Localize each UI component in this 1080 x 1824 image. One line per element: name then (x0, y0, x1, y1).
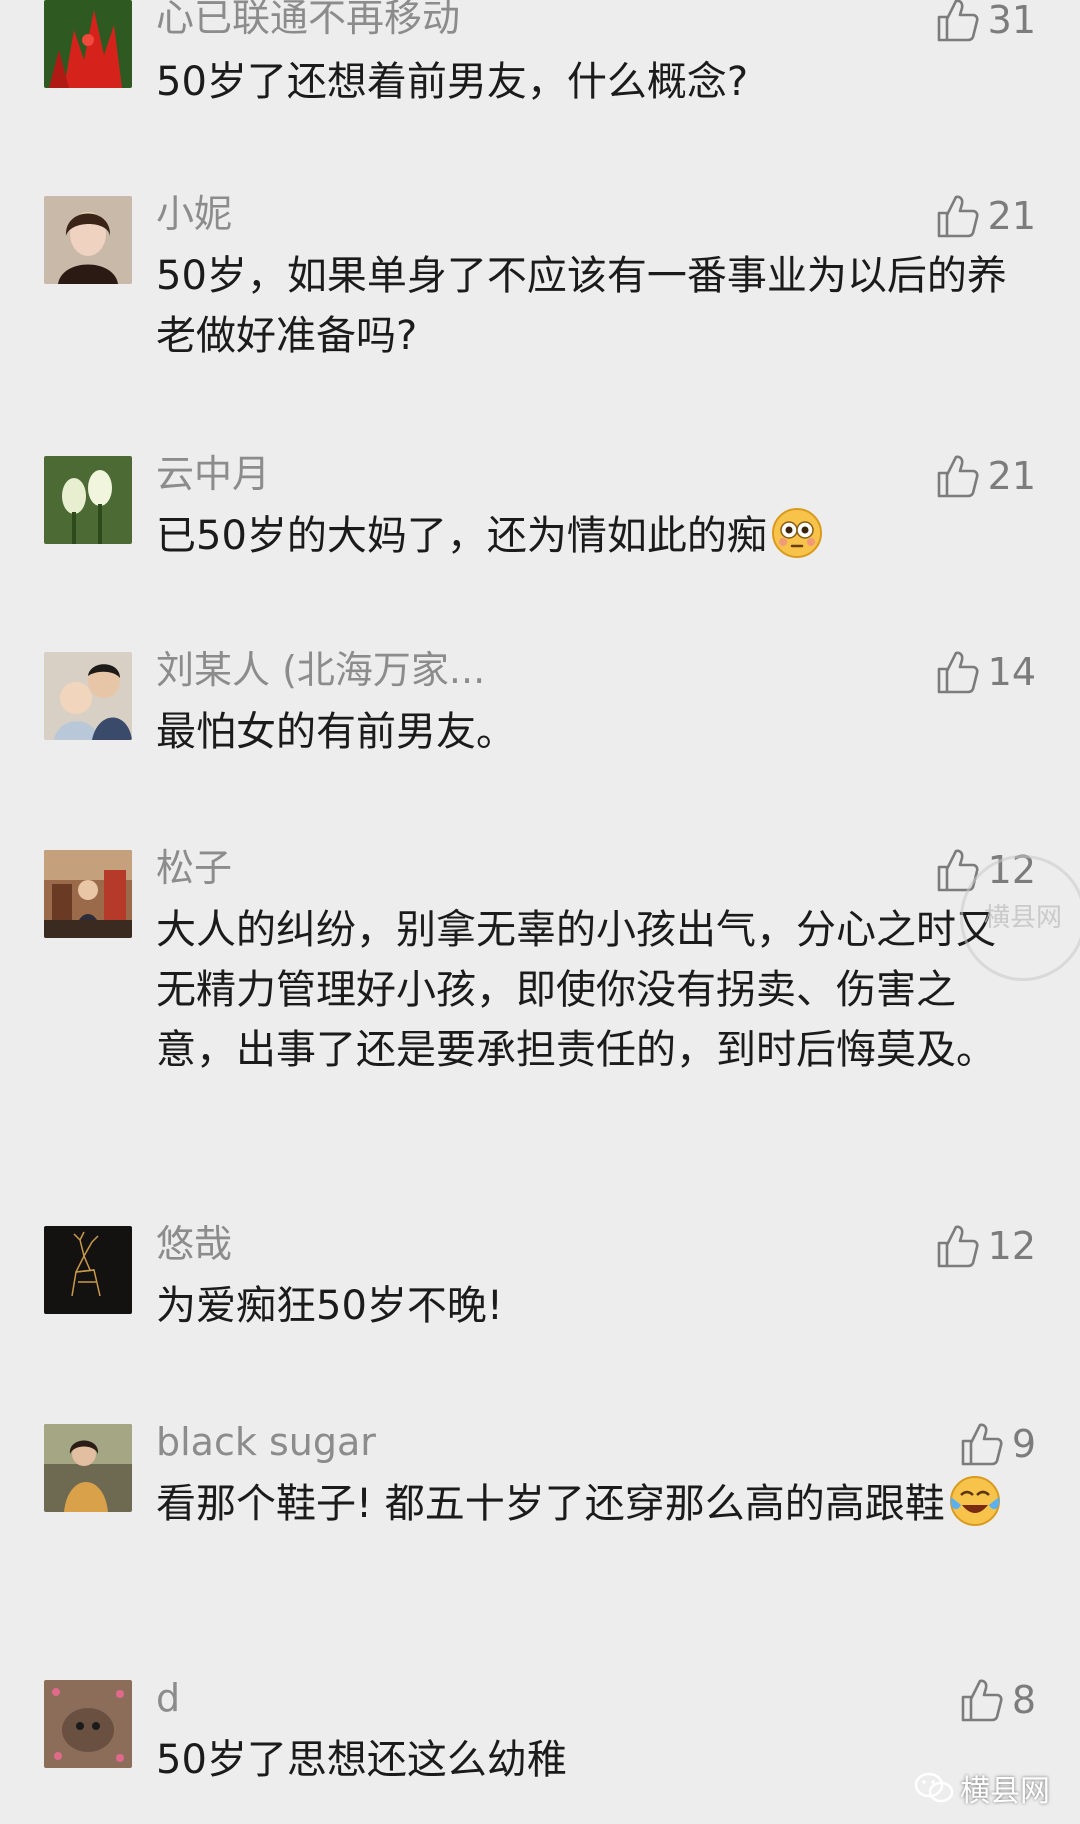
comment-text: 为爱痴狂50岁不晚! (156, 1283, 503, 1329)
comment-text: 大人的纠纷，别拿无辜的小孩出气，分心之时又无精力管理好小孩，即使你没有拐卖、伤害… (156, 907, 996, 1073)
thumbs-up-icon (937, 1225, 979, 1268)
like-count: 8 (1011, 1678, 1036, 1722)
comment-text: 最怕女的有前男友。 (156, 709, 516, 755)
watermark-footer: 横县网 (914, 1766, 1050, 1810)
comment-text: 50岁，如果单身了不应该有一番事业为以后的养老做好准备吗? (156, 253, 1007, 359)
comment-username[interactable]: 松子 (156, 846, 232, 890)
like-button[interactable]: 14 (936, 648, 1036, 696)
like-count: 31 (987, 0, 1036, 42)
like-count: 12 (987, 1224, 1036, 1268)
avatar[interactable] (44, 1226, 132, 1314)
avatar[interactable] (44, 1680, 132, 1768)
comment-username[interactable]: 小妮 (156, 192, 232, 236)
wechat-icon (914, 1772, 954, 1803)
comment-text: 已50岁的大妈了，还为情如此的痴 (156, 506, 1036, 566)
thumbs-up-icon (937, 195, 979, 238)
like-button[interactable]: 21 (936, 192, 1036, 240)
watermark-footer-text: 横县网 (960, 1774, 1050, 1809)
like-count: 21 (987, 194, 1036, 238)
avatar[interactable] (44, 196, 132, 284)
comment-username[interactable]: 心已联通不再移动 (156, 0, 460, 40)
crying-laughing-emoji (949, 1476, 1000, 1526)
comment-username[interactable]: black sugar (156, 1420, 376, 1464)
comment-username[interactable]: 云中月 (156, 452, 270, 496)
like-button[interactable]: 21 (936, 452, 1036, 500)
comment-username[interactable]: d (156, 1676, 180, 1720)
avatar[interactable] (44, 652, 132, 740)
like-count: 14 (987, 650, 1036, 694)
like-count: 9 (1011, 1422, 1036, 1466)
thumbs-up-icon (961, 1679, 1003, 1722)
avatar[interactable] (44, 0, 132, 88)
comment-username[interactable]: 悠哉 (156, 1222, 232, 1266)
like-button[interactable]: 12 (936, 1222, 1036, 1270)
thumbs-up-icon (937, 455, 979, 498)
thumbs-up-icon (937, 651, 979, 694)
like-button[interactable]: 8 (960, 1676, 1036, 1724)
avatar[interactable] (44, 850, 132, 938)
like-button[interactable]: 31 (936, 0, 1036, 44)
like-button[interactable]: 9 (960, 1420, 1036, 1468)
like-count: 21 (987, 454, 1036, 498)
comment-username[interactable]: 刘某人 (北海万家... (156, 648, 485, 692)
avatar[interactable] (44, 1424, 132, 1512)
comment-text-body: 已50岁的大妈了，还为情如此的痴 (156, 513, 767, 559)
comment-text: 看那个鞋子! 都五十岁了还穿那么高的高跟鞋 (156, 1474, 1026, 1534)
watermark-stamp: 横县网 (960, 855, 1080, 981)
comment-text-body: 看那个鞋子! 都五十岁了还穿那么高的高跟鞋 (156, 1481, 945, 1527)
avatar[interactable] (44, 456, 132, 544)
thumbs-up-icon (961, 1423, 1003, 1466)
thumbs-up-icon (937, 0, 979, 42)
flushed-face-emoji (771, 508, 822, 558)
comment-text: 50岁了思想还这么幼稚 (156, 1737, 567, 1783)
comment-text: 50岁了还想着前男友，什么概念? (156, 59, 749, 105)
